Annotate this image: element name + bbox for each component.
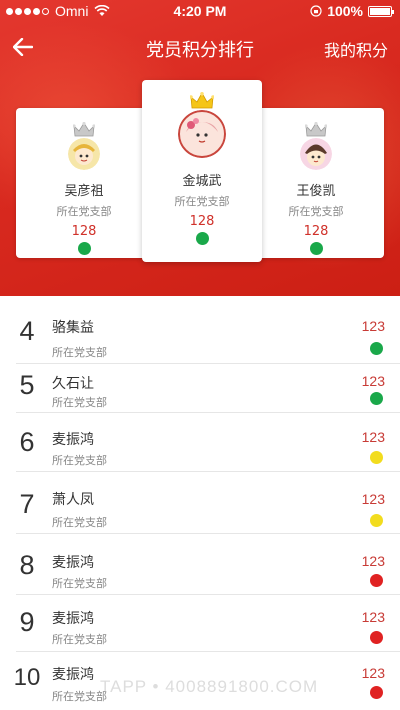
silver-crown-icon — [73, 122, 95, 137]
gold-crown-icon — [190, 92, 214, 109]
status-dot — [370, 631, 383, 644]
top3-name: 金城武 — [182, 174, 222, 189]
member-name: 久石让 — [52, 376, 94, 392]
avatar — [178, 110, 226, 158]
member-name: 麦振鸿 — [52, 611, 94, 627]
member-dept: 所在党支部 — [52, 633, 107, 646]
top3-score: 128 — [303, 224, 329, 239]
member-name: 麦振鸿 — [52, 555, 94, 571]
top3-dept: 所在党支部 — [56, 205, 112, 218]
member-score: 123 — [361, 429, 385, 445]
member-name: 萧人凤 — [52, 492, 94, 508]
avatar-wrap — [64, 122, 104, 174]
top3-item-right[interactable]: 王俊凯 所在党支部 128 — [256, 122, 376, 255]
top3-item-center[interactable]: 金城武 所在党支部 128 — [142, 80, 262, 262]
status-dot — [370, 686, 383, 699]
member-score: 123 — [361, 491, 385, 507]
list-item[interactable]: 4 骆集益 所在党支部 123 — [16, 296, 400, 364]
avatar-wrap — [296, 122, 336, 174]
silver-crown-icon — [305, 122, 327, 137]
rank-number: 4 — [19, 316, 35, 346]
member-dept: 所在党支部 — [52, 346, 107, 359]
status-dot — [77, 242, 91, 255]
status-dot — [370, 514, 383, 527]
list-item[interactable]: 8 麦振鸿 所在党支部 123 — [16, 534, 400, 595]
rank-number: 10 — [13, 664, 41, 691]
watermark: TAPP • 4008891800.COM — [100, 677, 319, 696]
my-points-button[interactable]: 我的积分 — [324, 37, 388, 61]
status-dot — [370, 342, 383, 355]
member-name: 麦振鸿 — [52, 667, 94, 683]
top3-score: 128 — [71, 224, 97, 239]
avatar — [300, 138, 332, 170]
member-dept: 所在党支部 — [52, 454, 107, 467]
rotation-lock-icon — [310, 5, 322, 17]
list-item[interactable]: 9 麦振鸿 所在党支部 123 — [16, 595, 400, 652]
member-score: 123 — [361, 665, 385, 681]
rank-number: 7 — [19, 489, 35, 519]
battery-icon — [368, 5, 394, 17]
top3-dept: 所在党支部 — [288, 205, 344, 218]
list-item[interactable]: 7 萧人凤 所在党支部 123 — [16, 472, 400, 534]
list-item[interactable]: 5 久石让 所在党支部 123 — [16, 364, 400, 413]
nav-bar: 党员积分排行 我的积分 — [0, 22, 400, 72]
member-dept: 所在党支部 — [52, 690, 107, 703]
avatar — [68, 138, 100, 170]
avatar-wrap — [174, 92, 230, 160]
member-dept: 所在党支部 — [52, 516, 107, 529]
status-bar: Omni 4:20 PM 100% — [0, 0, 400, 22]
top3-name: 王俊凯 — [296, 184, 336, 199]
list-item[interactable]: 6 麦振鸿 所在党支部 123 — [16, 413, 400, 472]
status-dot — [309, 242, 323, 255]
top3-item-left[interactable]: 吴彦祖 所在党支部 128 — [24, 122, 144, 255]
status-dot — [195, 232, 209, 245]
member-name: 骆集益 — [52, 320, 94, 336]
rank-number: 6 — [19, 427, 35, 457]
member-score: 123 — [361, 553, 385, 569]
rank-number: 8 — [19, 550, 35, 580]
status-dot — [370, 574, 383, 587]
rank-number: 5 — [19, 370, 35, 400]
battery-percent: 100% — [327, 3, 363, 19]
member-dept: 所在党支部 — [52, 577, 107, 590]
member-score: 123 — [361, 609, 385, 625]
member-name: 麦振鸿 — [52, 432, 94, 448]
status-dot — [370, 451, 383, 464]
member-dept: 所在党支部 — [52, 396, 107, 409]
status-dot — [370, 392, 383, 405]
status-right: 100% — [310, 3, 394, 19]
top3-slot: 金城武 所在党支部 128 — [142, 92, 262, 245]
top3-score: 128 — [189, 214, 215, 229]
ranking-list: 4 骆集益 所在党支部 123 5 久石让 所在党支部 123 6 麦振鸿 所在… — [0, 296, 400, 710]
member-score: 123 — [361, 318, 385, 334]
member-score: 123 — [361, 373, 385, 389]
rank-number: 9 — [19, 607, 35, 637]
top3-name: 吴彦祖 — [64, 184, 104, 199]
top3-dept: 所在党支部 — [174, 195, 230, 208]
